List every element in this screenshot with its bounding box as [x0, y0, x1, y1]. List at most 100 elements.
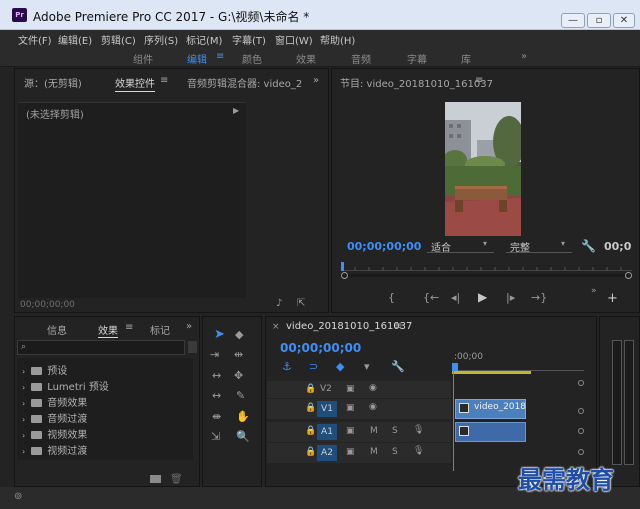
track-name[interactable]: A1 — [317, 424, 337, 440]
ripple-edit-tool-icon[interactable]: ⇥ — [210, 348, 219, 361]
close-button[interactable]: ✕ — [613, 13, 635, 28]
rate-stretch-tool-icon[interactable]: ↔ — [212, 369, 221, 382]
minimize-button[interactable]: — — [561, 13, 585, 28]
track-name[interactable]: V2 — [320, 384, 332, 394]
close-tab-icon[interactable]: × — [272, 322, 280, 332]
panel-overflow-icon[interactable]: » — [186, 321, 192, 332]
scroll-handle[interactable] — [578, 449, 584, 455]
zoom-handle-right[interactable] — [625, 272, 632, 279]
more-controls-icon[interactable]: » — [591, 286, 597, 296]
lock-icon[interactable]: 🔒 — [305, 426, 316, 436]
menu-help[interactable]: 帮助(H) — [320, 32, 355, 47]
menu-title[interactable]: 字幕(T) — [232, 32, 266, 47]
linked-selection-icon[interactable]: ⊃ — [309, 360, 318, 373]
film-icon[interactable]: ▣ — [346, 384, 355, 394]
step-back-icon[interactable]: ◂| — [451, 291, 460, 304]
track-select-tool-icon[interactable]: ◆ — [235, 328, 243, 341]
list-item[interactable]: › 视频过渡 — [22, 442, 87, 457]
zoom-tool-icon[interactable]: 🔍 — [236, 430, 250, 443]
menu-window[interactable]: 窗口(W) — [275, 32, 313, 47]
slide-tool-icon[interactable]: ⇼ — [212, 410, 221, 423]
step-forward-icon[interactable]: |▸ — [506, 291, 515, 304]
mark-in-icon[interactable]: { — [388, 291, 395, 304]
timeline-menu-icon[interactable]: ≡ — [394, 321, 402, 332]
tab-info[interactable]: 信息 — [47, 322, 67, 337]
hand-tool-icon[interactable]: ✋ — [236, 410, 250, 423]
film-icon[interactable]: ▣ — [346, 403, 355, 413]
list-item[interactable]: › 音频效果 — [22, 394, 87, 409]
mute-button[interactable]: M — [370, 447, 378, 457]
program-menu-icon[interactable]: ≡ — [475, 75, 483, 86]
lock-icon[interactable]: 🔒 — [305, 447, 316, 457]
tab-effects[interactable]: 效果 — [98, 322, 118, 338]
mute-button[interactable]: M — [370, 426, 378, 436]
list-item[interactable]: › Lumetri 预设 — [22, 378, 109, 393]
lock-icon[interactable]: 🔒 — [305, 384, 316, 394]
new-custom-bin-icon[interactable] — [150, 475, 161, 483]
tab-markers[interactable]: 标记 — [150, 322, 170, 337]
menu-clip[interactable]: 剪辑(C) — [101, 32, 136, 47]
workspace-menu-icon[interactable]: ≡ — [216, 51, 224, 62]
program-zoom-bar[interactable] — [341, 274, 631, 277]
razor-tool-icon[interactable]: ✥ — [234, 369, 243, 382]
eye-icon[interactable]: ◉ — [369, 383, 377, 393]
selection-tool-icon[interactable]: ➤ — [214, 327, 225, 342]
audio-filter-icon[interactable]: ♪ — [276, 298, 282, 309]
timeline-settings-icon[interactable]: 🔧 — [391, 360, 405, 373]
zoom-handle-left[interactable] — [341, 272, 348, 279]
play-icon[interactable]: ▶ — [478, 290, 487, 304]
add-marker-icon[interactable]: ◆ — [336, 360, 344, 373]
snap-icon[interactable]: ⚓ — [282, 360, 292, 373]
pen-tool-icon[interactable]: ✎ — [236, 389, 245, 402]
tab-audio-clip-mixer[interactable]: 音频剪辑混合器: video_2 — [187, 75, 302, 90]
timeline-ruler[interactable] — [452, 363, 584, 371]
tab-menu-icon[interactable]: ≡ — [160, 75, 168, 86]
lock-icon[interactable]: 🔒 — [305, 403, 316, 413]
audio-clip[interactable] — [455, 422, 526, 442]
panel-overflow-icon[interactable]: » — [313, 75, 319, 86]
microphone-icon[interactable]: 🎙 — [413, 446, 424, 456]
microphone-icon[interactable]: 🎙 — [413, 425, 424, 435]
work-area-bar[interactable] — [452, 371, 531, 374]
list-item[interactable]: › 音频过渡 — [22, 410, 87, 425]
zoom-dropdown[interactable]: 适合 ▾ — [427, 238, 494, 254]
workspace-assembly[interactable]: 组件 — [133, 51, 153, 66]
marker-icon[interactable]: ▾ — [364, 360, 370, 373]
rolling-edit-tool-icon[interactable]: ⇹ — [234, 348, 243, 361]
playhead-marker-icon[interactable] — [452, 363, 458, 371]
workspace-titles[interactable]: 字幕 — [407, 51, 427, 66]
track-name[interactable]: A2 — [317, 445, 337, 461]
menu-file[interactable]: 文件(F) — [18, 32, 52, 47]
maximize-button[interactable]: ▫ — [587, 13, 611, 28]
list-item[interactable]: › 视频效果 — [22, 426, 87, 441]
effects-search-input[interactable]: ⌕ — [17, 340, 185, 355]
menu-edit[interactable]: 编辑(E) — [58, 32, 92, 47]
button-editor-plus-icon[interactable]: + — [607, 291, 618, 306]
zoom-razor-tool-icon[interactable]: ⇲ — [211, 430, 220, 443]
eye-icon[interactable]: ◉ — [369, 402, 377, 412]
track-name[interactable]: V1 — [317, 401, 337, 417]
wrench-icon[interactable]: 🔧 — [581, 239, 596, 253]
expand-arrow-icon[interactable]: ▶ — [233, 106, 239, 115]
film-icon[interactable]: ▣ — [346, 447, 355, 457]
workspace-libraries[interactable]: 库 — [461, 51, 471, 66]
workspace-editing[interactable]: 编辑 — [187, 51, 207, 66]
slip-tool-icon[interactable]: ↔ — [212, 389, 221, 402]
go-to-in-icon[interactable]: {← — [423, 291, 439, 304]
workspace-effects[interactable]: 效果 — [296, 51, 316, 66]
more-workspaces-icon[interactable]: » — [521, 51, 527, 62]
playhead-timecode[interactable]: 00;00;00;00 — [347, 240, 421, 253]
new-bin-icon[interactable] — [188, 341, 197, 353]
program-time-ruler[interactable] — [341, 262, 632, 271]
list-item[interactable]: › 预设 — [22, 362, 67, 377]
timeline-timecode[interactable]: 00;00;00;00 — [280, 341, 361, 355]
menu-marker[interactable]: 标记(M) — [186, 32, 222, 47]
go-to-out-icon[interactable]: →} — [531, 291, 547, 304]
scroll-handle[interactable] — [578, 380, 584, 386]
quality-dropdown[interactable]: 完整 ▾ — [506, 238, 572, 254]
scroll-handle[interactable] — [578, 428, 584, 434]
delete-icon[interactable]: 🗑 — [170, 474, 183, 485]
film-icon[interactable]: ▣ — [346, 426, 355, 436]
solo-button[interactable]: S — [392, 426, 398, 436]
tab-source[interactable]: 源：(无剪辑) — [24, 75, 82, 90]
